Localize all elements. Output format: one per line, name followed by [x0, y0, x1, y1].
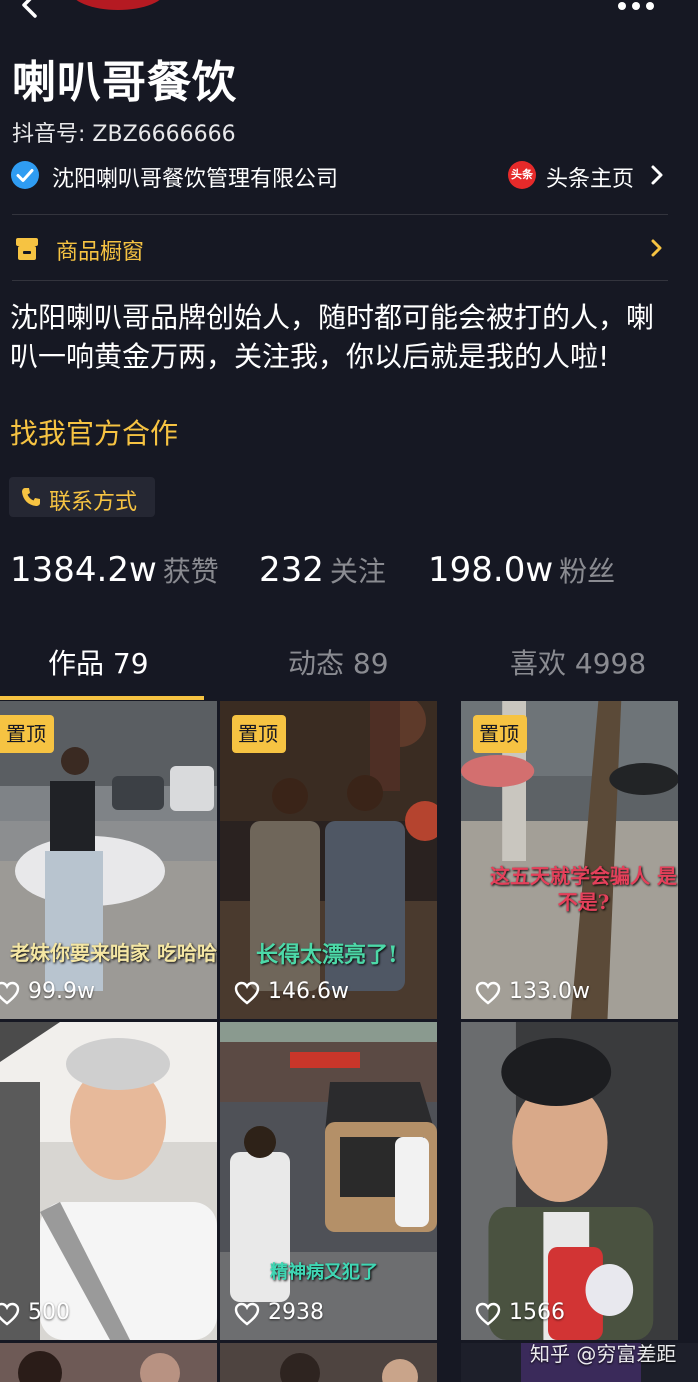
video-grid: 置顶 老妹你要来咱家 吃哈哈哈便宜。 99.9w 置顶 长得太漂亮了! 146.…: [0, 701, 698, 1382]
pinned-badge: 置顶: [473, 715, 527, 753]
stat-likes[interactable]: 1384.2w 获赞: [10, 550, 219, 594]
douyin-id: 抖音号: ZBZ6666666: [12, 122, 236, 147]
more-options-icon[interactable]: [616, 0, 656, 14]
stat-label: 关注: [329, 555, 386, 588]
verified-company: 沈阳喇叭哥餐饮管理有限公司: [52, 167, 339, 192]
stat-followers[interactable]: 198.0w 粉丝: [428, 550, 615, 594]
stat-label: 获赞: [162, 555, 219, 588]
stat-value: 1384.2w: [10, 550, 157, 590]
video-caption: 老妹你要来咱家 吃哈哈哈便宜。: [10, 941, 217, 965]
heart-icon: [234, 1302, 260, 1326]
toutiao-icon: 头条: [508, 161, 536, 189]
video-cover-image: [461, 1022, 678, 1340]
divider: [12, 214, 668, 215]
tab-moments[interactable]: 动态 89: [288, 642, 389, 682]
video-cover-image: [220, 1343, 437, 1382]
video-thumbnail[interactable]: 置顶 老妹你要来咱家 吃哈哈哈便宜。 99.9w: [0, 701, 217, 1019]
heart-icon: [0, 1302, 20, 1326]
like-count-value: 500: [28, 1300, 70, 1325]
contact-button[interactable]: 联系方式: [9, 477, 155, 517]
active-tab-indicator: [0, 696, 204, 700]
heart-icon: [475, 981, 501, 1005]
like-count-value: 146.6w: [268, 979, 349, 1004]
chevron-right-icon: [651, 165, 663, 185]
contact-label: 联系方式: [49, 490, 138, 515]
video-thumbnail[interactable]: 置顶 这五天就学会骗人 是不是? 133.0w: [461, 701, 678, 1019]
official-cooperation-link[interactable]: 找我官方合作: [10, 414, 178, 453]
video-thumbnail[interactable]: 置顶 长得太漂亮了! 146.6w: [220, 701, 437, 1019]
video-cover-image: [220, 1022, 437, 1340]
video-caption: 这五天就学会骗人 是不是?: [490, 864, 677, 914]
heart-icon: [0, 981, 20, 1005]
shop-icon: [16, 238, 38, 260]
video-thumbnail[interactable]: 1566: [461, 1022, 678, 1340]
heart-icon: [234, 981, 260, 1005]
avatar[interactable]: [70, 0, 166, 10]
pinned-badge: 置顶: [0, 715, 54, 753]
stat-label: 粉丝: [559, 555, 616, 588]
verification-row: 沈阳喇叭哥餐饮管理有限公司 头条 头条主页: [0, 158, 698, 194]
content-tabs: 作品 79 动态 89 喜欢 4998: [0, 628, 698, 700]
chevron-right-icon: [651, 239, 662, 257]
video-caption: 长得太漂亮了!: [256, 942, 398, 968]
shop-window-label: 商品橱窗: [56, 240, 145, 265]
shop-window-row[interactable]: 商品橱窗: [0, 222, 698, 274]
top-bar: [0, 0, 698, 30]
video-thumbnail[interactable]: 精神病又犯了 2938: [220, 1022, 437, 1340]
heart-icon: [475, 1302, 501, 1326]
verified-check-icon: [11, 161, 39, 189]
divider: [12, 280, 668, 281]
watermark: 知乎 @穷富差距: [530, 1342, 677, 1366]
pinned-badge: 置顶: [232, 715, 286, 753]
stat-following[interactable]: 232 关注: [259, 550, 386, 594]
stat-value: 232: [259, 550, 324, 590]
tab-works[interactable]: 作品 79: [48, 642, 149, 682]
toutiao-label: 头条主页: [546, 167, 635, 192]
video-thumbnail[interactable]: [0, 1343, 217, 1382]
video-cover-image: [0, 1022, 217, 1340]
like-count-value: 2938: [268, 1300, 324, 1325]
video-cover-image: [0, 1343, 217, 1382]
video-thumbnail[interactable]: [220, 1343, 437, 1382]
phone-icon: [22, 488, 40, 506]
stat-value: 198.0w: [428, 550, 554, 590]
tab-liked[interactable]: 喜欢 4998: [510, 642, 646, 682]
profile-bio: 沈阳喇叭哥品牌创始人，随时都可能会被打的人，喇叭一响黄金万两，关注我，你以后就是…: [10, 301, 655, 373]
profile-name: 喇叭哥餐饮: [12, 57, 237, 108]
back-arrow-icon[interactable]: [18, 0, 42, 20]
video-caption: 精神病又犯了: [270, 1262, 378, 1283]
like-count-value: 1566: [509, 1300, 565, 1325]
like-count-value: 99.9w: [28, 979, 95, 1004]
like-count-value: 133.0w: [509, 979, 590, 1004]
video-thumbnail[interactable]: 500: [0, 1022, 217, 1340]
